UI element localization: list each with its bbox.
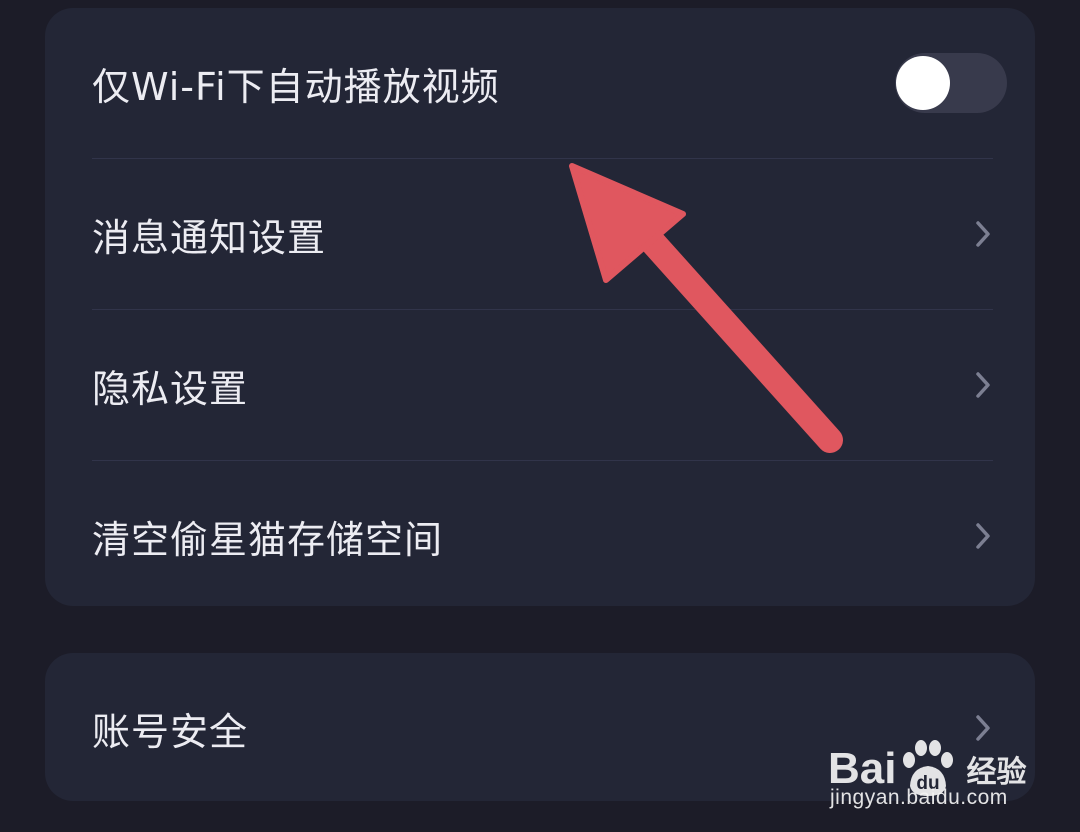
autoplay-wifi-toggle[interactable] [895,53,1007,113]
clear-storage-label: 清空偷星猫存储空间 [92,517,444,562]
chevron-right-icon [961,363,1005,407]
clear-storage-row[interactable]: 清空偷星猫存储空间 [45,461,1035,611]
toggle-knob [896,56,950,110]
settings-card-general: 仅Wi-Fi下自动播放视频 消息通知设置 隐私设置 清空偷星猫存储空间 [45,8,1035,606]
baidu-watermark: Bai du 经验 jingyan.baidu.com [828,718,1028,813]
baidu-url-text: jingyan.baidu.com [830,786,1008,809]
chevron-right-icon [961,212,1005,256]
baidu-jingyan-text: 经验 [966,755,1027,790]
autoplay-wifi-row[interactable]: 仅Wi-Fi下自动播放视频 [45,8,1035,158]
privacy-settings-label: 隐私设置 [92,366,249,411]
privacy-settings-row[interactable]: 隐私设置 [45,310,1035,460]
notification-settings-row[interactable]: 消息通知设置 [45,159,1035,309]
autoplay-wifi-label: 仅Wi-Fi下自动播放视频 [92,64,500,109]
settings-screen: 仅Wi-Fi下自动播放视频 消息通知设置 隐私设置 清空偷星猫存储空间 账号安全… [0,0,1080,832]
chevron-right-icon [961,514,1005,558]
notification-settings-label: 消息通知设置 [92,215,327,260]
